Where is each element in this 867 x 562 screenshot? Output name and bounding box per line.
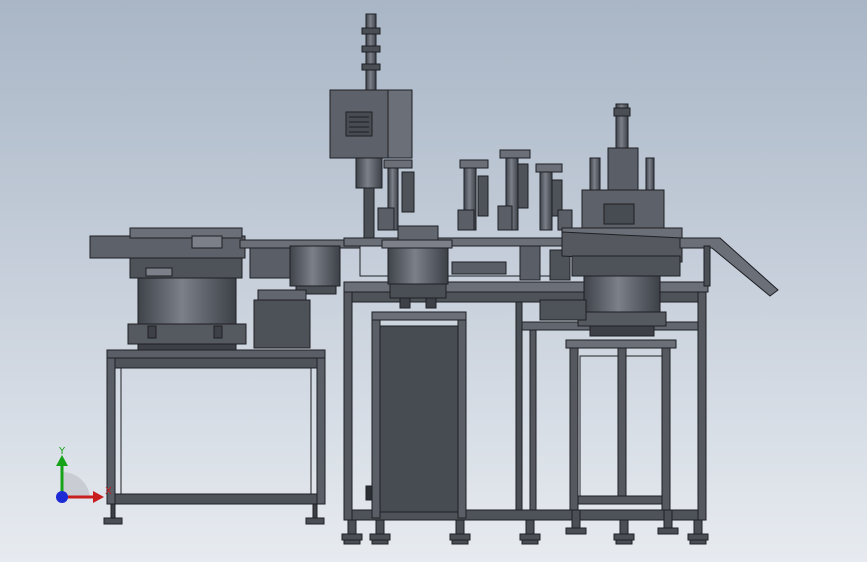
work-plate xyxy=(343,237,585,281)
press-station-3 xyxy=(497,149,531,231)
left-feeder-table xyxy=(103,349,326,525)
right-vibratory-bowl xyxy=(539,103,779,337)
press-station-4 xyxy=(535,163,573,231)
z-axis-dot xyxy=(56,491,68,503)
press-station-2 xyxy=(457,159,489,231)
top-control-box xyxy=(329,13,413,239)
cad-viewport[interactable]: Y X xyxy=(0,0,867,562)
machine-assembly-drawing: Y X xyxy=(56,13,779,545)
x-axis-arrow xyxy=(93,491,104,503)
left-vibratory-bowl xyxy=(89,227,247,351)
coordinate-triad: Y X xyxy=(56,446,112,503)
x-axis-label: X xyxy=(105,486,112,497)
press-station-1 xyxy=(377,159,415,231)
left-linear-feeder xyxy=(239,239,361,349)
y-axis-label: Y xyxy=(58,446,66,457)
